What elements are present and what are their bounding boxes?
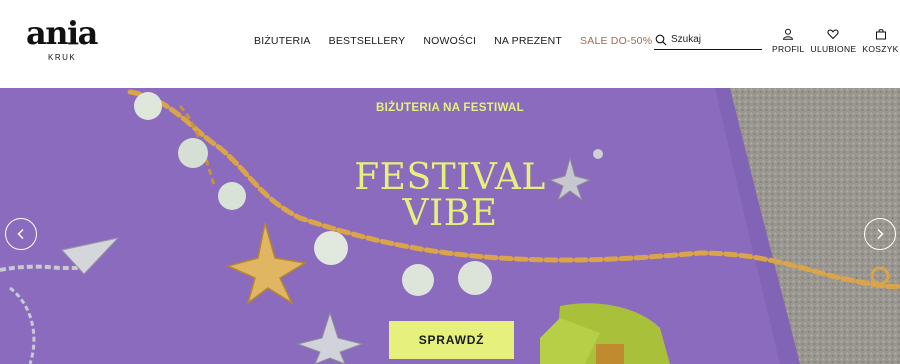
chevron-left-icon xyxy=(17,229,24,239)
chevron-right-icon xyxy=(877,229,884,239)
nav-item-sale[interactable]: SALE DO-50% xyxy=(580,34,652,48)
hero-title-line1: FESTIVAL xyxy=(354,157,546,198)
nav-item-bizuteria[interactable]: BIŻUTERIA xyxy=(254,34,311,48)
nav-item-bestsellery[interactable]: BESTSELLERY xyxy=(329,34,406,48)
hero-cta-button[interactable]: SPRAWDŹ xyxy=(389,321,514,359)
brand-sub: KRUK xyxy=(48,53,77,62)
carousel-next-button[interactable] xyxy=(864,218,896,250)
site-header: ania KRUK BIŻUTERIA BESTSELLERY NOWOŚCI … xyxy=(0,0,900,88)
brand-logo[interactable]: ania KRUK xyxy=(26,14,98,63)
main-nav: BIŻUTERIA BESTSELLERY NOWOŚCI NA PREZENT… xyxy=(254,34,670,48)
nav-item-na-prezent[interactable]: NA PREZENT xyxy=(494,34,562,48)
nav-item-nowosci[interactable]: NOWOŚCI xyxy=(423,34,476,48)
profile-button[interactable]: PROFIL xyxy=(772,28,805,54)
search-input[interactable] xyxy=(671,34,757,45)
favorites-label: ULUBIONE xyxy=(810,44,857,54)
cart-button[interactable]: KOSZYK xyxy=(862,28,898,54)
search-box xyxy=(654,30,762,50)
hero-title: FESTIVAL VIBE xyxy=(0,160,900,232)
heart-icon xyxy=(827,29,840,40)
cart-label: KOSZYK xyxy=(862,44,899,54)
brand-name: ania xyxy=(26,14,98,52)
search-icon xyxy=(655,34,667,45)
profile-label: PROFIL xyxy=(772,44,805,54)
hero-kicker: BIŻUTERIA NA FESTIWAL xyxy=(376,102,524,114)
favorites-button[interactable]: ULUBIONE xyxy=(811,28,857,54)
carousel-prev-button[interactable] xyxy=(5,218,37,250)
user-icon xyxy=(783,28,794,40)
bag-icon xyxy=(875,29,886,40)
hero-banner[interactable]: BIŻUTERIA NA FESTIWAL FESTIVAL VIBE SPRA… xyxy=(0,88,900,364)
header-actions: PROFIL ULUBIONE KOSZYK xyxy=(772,28,900,54)
hero-title-line2: VIBE xyxy=(402,193,498,234)
